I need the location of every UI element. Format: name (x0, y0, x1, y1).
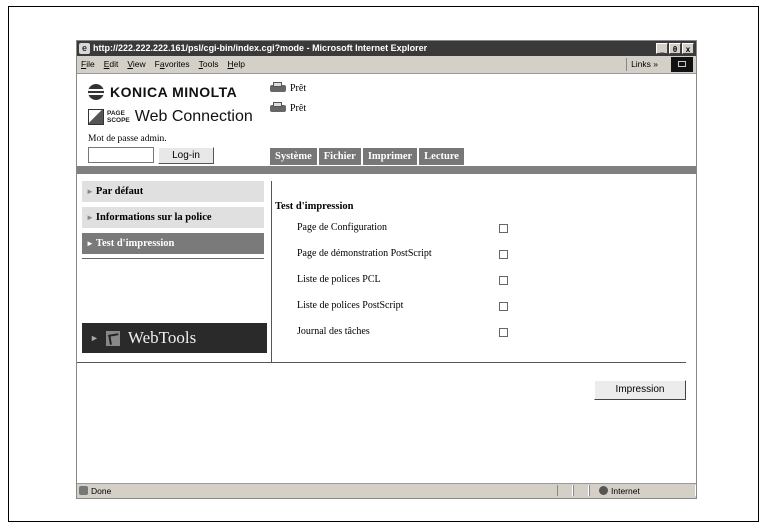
option-label: Page de démonstration PostScript (297, 248, 432, 259)
tab-lecture[interactable]: Lecture (419, 148, 464, 165)
web-connection-logo: PAGE SCOPE Web Connection (88, 108, 253, 126)
printer-status-2: Prêt (269, 102, 306, 114)
browser-window: e http://222.222.222.161/psl/cgi-bin/ind… (76, 40, 697, 499)
status-text: Prêt (290, 102, 307, 114)
status-text: Done (91, 486, 112, 496)
arrow-right-icon: ► (86, 187, 94, 196)
status-text: Prêt (290, 82, 307, 94)
login-button[interactable]: Log-in (158, 147, 214, 164)
ie-icon: e (79, 43, 90, 54)
option-label: Journal des tâches (297, 326, 370, 337)
column-divider (271, 181, 272, 362)
menu-view[interactable]: View (127, 56, 145, 73)
sidebar-item-par-defaut[interactable]: ► Par défaut (82, 181, 264, 202)
title-bar: e http://222.222.222.161/psl/cgi-bin/ind… (77, 41, 696, 56)
tab-fichier[interactable]: Fichier (318, 148, 361, 165)
menu-file[interactable]: File (81, 56, 95, 73)
pagescope-text: PAGE SCOPE (107, 110, 130, 124)
checkbox-liste-postscript[interactable] (499, 302, 508, 311)
sidebar-item-informations-police[interactable]: ► Informations sur la police (82, 207, 264, 228)
printer-status-1: Prêt (269, 82, 306, 94)
divider-bar (77, 166, 696, 174)
arrow-right-icon: ► (90, 333, 99, 343)
print-button[interactable]: Impression (594, 380, 686, 400)
konica-minolta-logo: KONICA MINOLTA (88, 84, 237, 100)
checkbox-liste-pcl[interactable] (499, 276, 508, 285)
internet-zone-icon (599, 486, 608, 495)
tab-imprimer[interactable]: Imprimer (362, 148, 418, 165)
printer-icon (269, 102, 287, 114)
windows-logo-icon (671, 57, 693, 72)
option-label: Liste de polices PostScript (297, 300, 404, 311)
close-button[interactable]: x (682, 43, 694, 54)
menu-bar: File Edit View Favorites Tools Help Link… (77, 56, 696, 74)
webtools-icon (105, 330, 120, 346)
menu-help[interactable]: Help (228, 56, 245, 73)
password-input[interactable] (88, 147, 154, 163)
sidebar-divider (82, 258, 264, 259)
brand-text: KONICA MINOLTA (110, 84, 238, 100)
webtools-button[interactable]: ► WebTools (82, 323, 267, 353)
bottom-divider (77, 362, 686, 363)
status-bar: Done Internet (77, 483, 696, 498)
status-cell (573, 485, 589, 496)
arrow-right-icon: ► (86, 213, 94, 222)
password-label: Mot de passe admin. (88, 134, 167, 144)
webtools-label: WebTools (127, 328, 197, 347)
section-title: Test d'impression (275, 201, 354, 212)
web-connection-text: Web Connection (134, 108, 253, 125)
sidebar: ► Par défaut ► Informations sur la police … (82, 181, 264, 259)
globe-icon (88, 84, 104, 100)
sidebar-item-test-impression[interactable]: ► Test d'impression (82, 233, 264, 254)
page-content: KONICA MINOLTA PAGE SCOPE Web Connection… (77, 74, 696, 484)
status-cell (557, 485, 573, 496)
checkbox-journal-taches[interactable] (499, 328, 508, 337)
menu-tools[interactable]: Tools (199, 56, 219, 73)
option-label: Page de Configuration (297, 222, 387, 233)
page-icon (79, 486, 88, 495)
minimize-button[interactable]: _ (656, 43, 668, 54)
zone-text: Internet (611, 486, 640, 496)
pagescope-icon (88, 109, 104, 125)
option-label: Liste de polices PCL (297, 274, 381, 285)
window-title: http://222.222.222.161/psl/cgi-bin/index… (93, 43, 428, 53)
tab-systeme[interactable]: Système (270, 148, 317, 165)
menu-favorites[interactable]: Favorites (155, 56, 190, 73)
links-toolbar[interactable]: Links » (626, 58, 662, 71)
arrow-right-icon: ► (86, 239, 94, 248)
checkbox-page-configuration[interactable] (499, 224, 508, 233)
main-tabs: Système Fichier Imprimer Lecture (270, 148, 464, 165)
menu-edit[interactable]: Edit (104, 56, 119, 73)
checkbox-demo-postscript[interactable] (499, 250, 508, 259)
maximize-button[interactable]: θ (669, 43, 681, 54)
printer-icon (269, 82, 287, 94)
